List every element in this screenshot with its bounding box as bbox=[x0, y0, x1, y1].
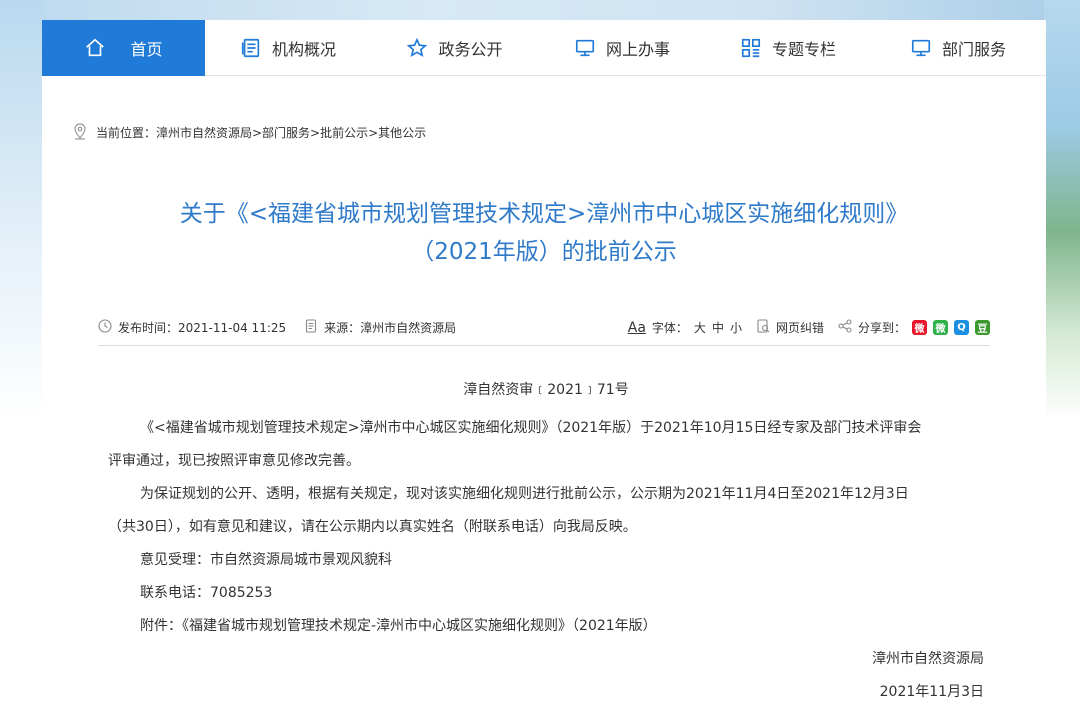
breadcrumb: 当前位置：漳州市自然资源局>部门服务>批前公示>其他公示 bbox=[72, 122, 426, 143]
nav-item-label: 专题专栏 bbox=[771, 40, 836, 59]
share-label: 分享到： bbox=[857, 321, 906, 335]
nav-item-about[interactable]: 机构概况 bbox=[205, 20, 371, 76]
grid-icon bbox=[740, 37, 762, 59]
font-small-button[interactable]: 小 bbox=[730, 319, 742, 336]
star-icon bbox=[406, 37, 428, 59]
clock-icon bbox=[98, 319, 112, 336]
share-icon bbox=[838, 319, 852, 336]
publish-time: 发布时间：2021-11-04 11:25 bbox=[118, 321, 287, 335]
article-body: 漳自然资审﹝2021﹞71号 《<福建省城市规划管理技术规定>漳州市中心城区实施… bbox=[108, 376, 984, 709]
doc-number: 漳自然资审﹝2021﹞71号 bbox=[463, 382, 629, 398]
nav-item-label: 机构概况 bbox=[271, 40, 336, 59]
list-icon bbox=[240, 37, 262, 59]
paragraph: 意见受理：市自然资源局城市景观风貌科 bbox=[140, 552, 392, 568]
font-size-icon: Aa bbox=[627, 319, 646, 336]
paragraph: 为保证规划的公开、透明，根据有关规定，现对该实施细化规则进行批前公示，公示期为2… bbox=[140, 486, 909, 502]
background-banner bbox=[0, 0, 1080, 20]
monitor-icon bbox=[574, 37, 596, 59]
background-left bbox=[0, 0, 42, 420]
paragraph: （共30日），如有意见和建议，请在公示期内以真实姓名（附联系电话）向我局反映。 bbox=[108, 519, 637, 535]
article-meta: 发布时间：2021-11-04 11:25 来源：漳州市自然资源局 Aa 字体：… bbox=[98, 316, 990, 346]
signature: 漳州市自然资源局 bbox=[872, 651, 984, 667]
nav-item-gov-affairs[interactable]: 政务公开 bbox=[371, 20, 538, 76]
main-container: 首页 机构概况 政务公开 网上办事 专题专栏 部门服务 当前位置：漳州市自然资源… bbox=[42, 20, 1046, 716]
breadcrumb-text[interactable]: 当前位置：漳州市自然资源局>部门服务>批前公示>其他公示 bbox=[96, 124, 426, 141]
location-icon bbox=[72, 122, 88, 143]
douban-icon[interactable]: 豆 bbox=[975, 320, 990, 335]
paragraph: 联系电话：7085253 bbox=[140, 585, 273, 601]
nav-item-label: 部门服务 bbox=[941, 40, 1006, 59]
correction-link[interactable]: 网页纠错 bbox=[776, 319, 824, 336]
font-large-button[interactable]: 大 bbox=[694, 319, 706, 336]
nav-item-label: 首页 bbox=[130, 40, 163, 59]
signature-date: 2021年11月3日 bbox=[879, 684, 984, 700]
font-medium-button[interactable]: 中 bbox=[712, 319, 724, 336]
monitor-icon bbox=[910, 37, 932, 59]
attachment-link[interactable]: 附件：《福建省城市规划管理技术规定-漳州市中心城区实施细化规则》（2021年版） bbox=[108, 610, 984, 643]
weibo-icon[interactable]: 微 bbox=[912, 320, 927, 335]
background-right bbox=[1044, 0, 1080, 420]
source: 来源：漳州市自然资源局 bbox=[324, 321, 457, 335]
correction-icon bbox=[756, 319, 770, 336]
nav-item-home[interactable]: 首页 bbox=[42, 20, 205, 76]
home-icon bbox=[84, 37, 106, 59]
nav-item-topics[interactable]: 专题专栏 bbox=[706, 20, 870, 76]
paragraph: 评审通过，现已按照评审意见修改完善。 bbox=[108, 453, 360, 469]
font-label: 字体： bbox=[651, 321, 688, 335]
wechat-icon[interactable]: 微 bbox=[933, 320, 948, 335]
page-title: 关于《<福建省城市规划管理技术规定>漳州市中心城区实施细化规则》 （2021年版… bbox=[42, 196, 1046, 270]
nav-item-label: 政务公开 bbox=[438, 40, 503, 59]
document-icon bbox=[304, 319, 318, 336]
title-line-2: （2021年版）的批前公示 bbox=[411, 239, 677, 265]
nav-item-label: 网上办事 bbox=[605, 40, 670, 59]
qq-icon[interactable]: Q bbox=[954, 320, 969, 335]
paragraph: 《<福建省城市规划管理技术规定>漳州市中心城区实施细化规则》（2021年版）于2… bbox=[140, 420, 922, 436]
nav-item-dept-service[interactable]: 部门服务 bbox=[870, 20, 1046, 76]
title-line-1: 关于《<福建省城市规划管理技术规定>漳州市中心城区实施细化规则》 bbox=[179, 201, 909, 227]
nav-item-online-service[interactable]: 网上办事 bbox=[538, 20, 706, 76]
main-nav: 首页 机构概况 政务公开 网上办事 专题专栏 部门服务 bbox=[42, 20, 1046, 76]
